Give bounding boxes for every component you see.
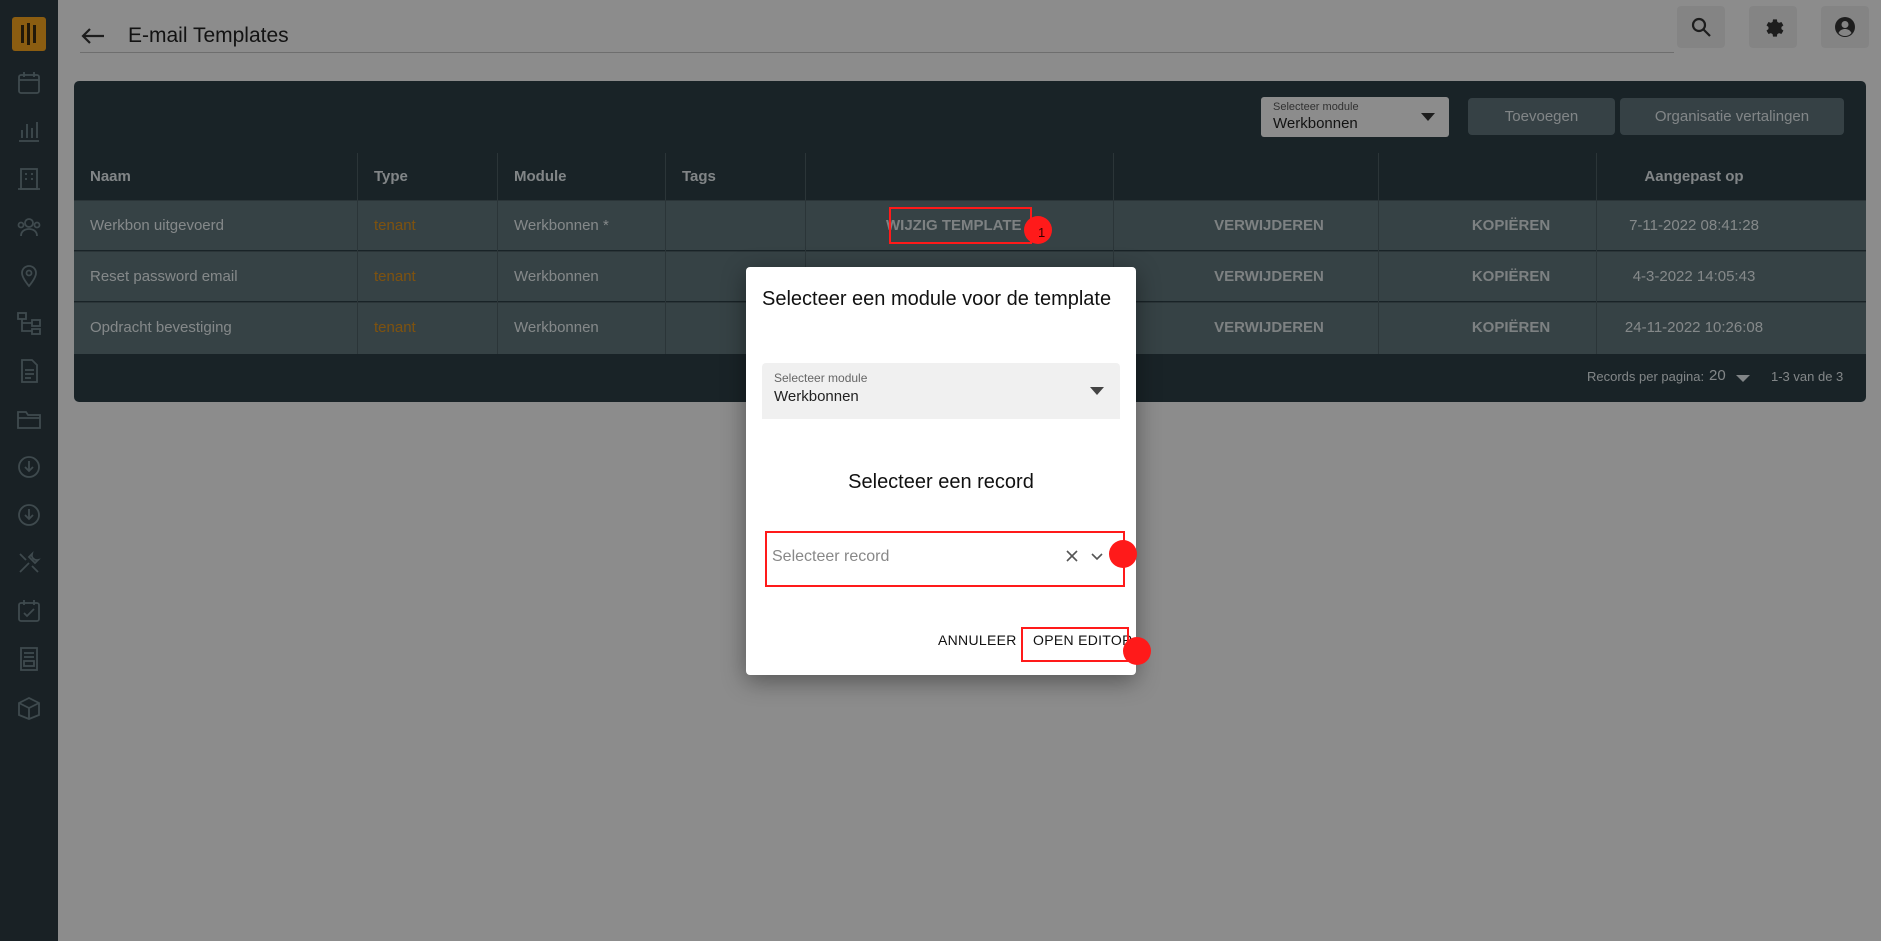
annotation-marker-3 xyxy=(1123,637,1151,665)
select-module-dialog: Selecteer een module voor de template Se… xyxy=(746,267,1136,675)
dialog-module-label: Selecteer module xyxy=(774,371,868,385)
dropdown-arrow-icon xyxy=(1090,387,1104,395)
cancel-button[interactable]: ANNULEER xyxy=(938,632,1017,648)
dialog-module-select[interactable]: Selecteer module Werkbonnen xyxy=(762,363,1120,419)
annotation-marker-2 xyxy=(1109,540,1137,568)
annotation-highlight-record xyxy=(765,531,1125,587)
annotation-marker-1: 1 xyxy=(1024,216,1052,244)
annotation-highlight-edit xyxy=(889,207,1032,244)
annotation-highlight-open-editor xyxy=(1021,627,1129,662)
annotation-number: 1 xyxy=(1038,225,1046,240)
dialog-module-value: Werkbonnen xyxy=(774,388,859,405)
record-heading: Selecteer een record xyxy=(848,471,1034,493)
dialog-title: Selecteer een module voor de template xyxy=(762,288,1112,310)
